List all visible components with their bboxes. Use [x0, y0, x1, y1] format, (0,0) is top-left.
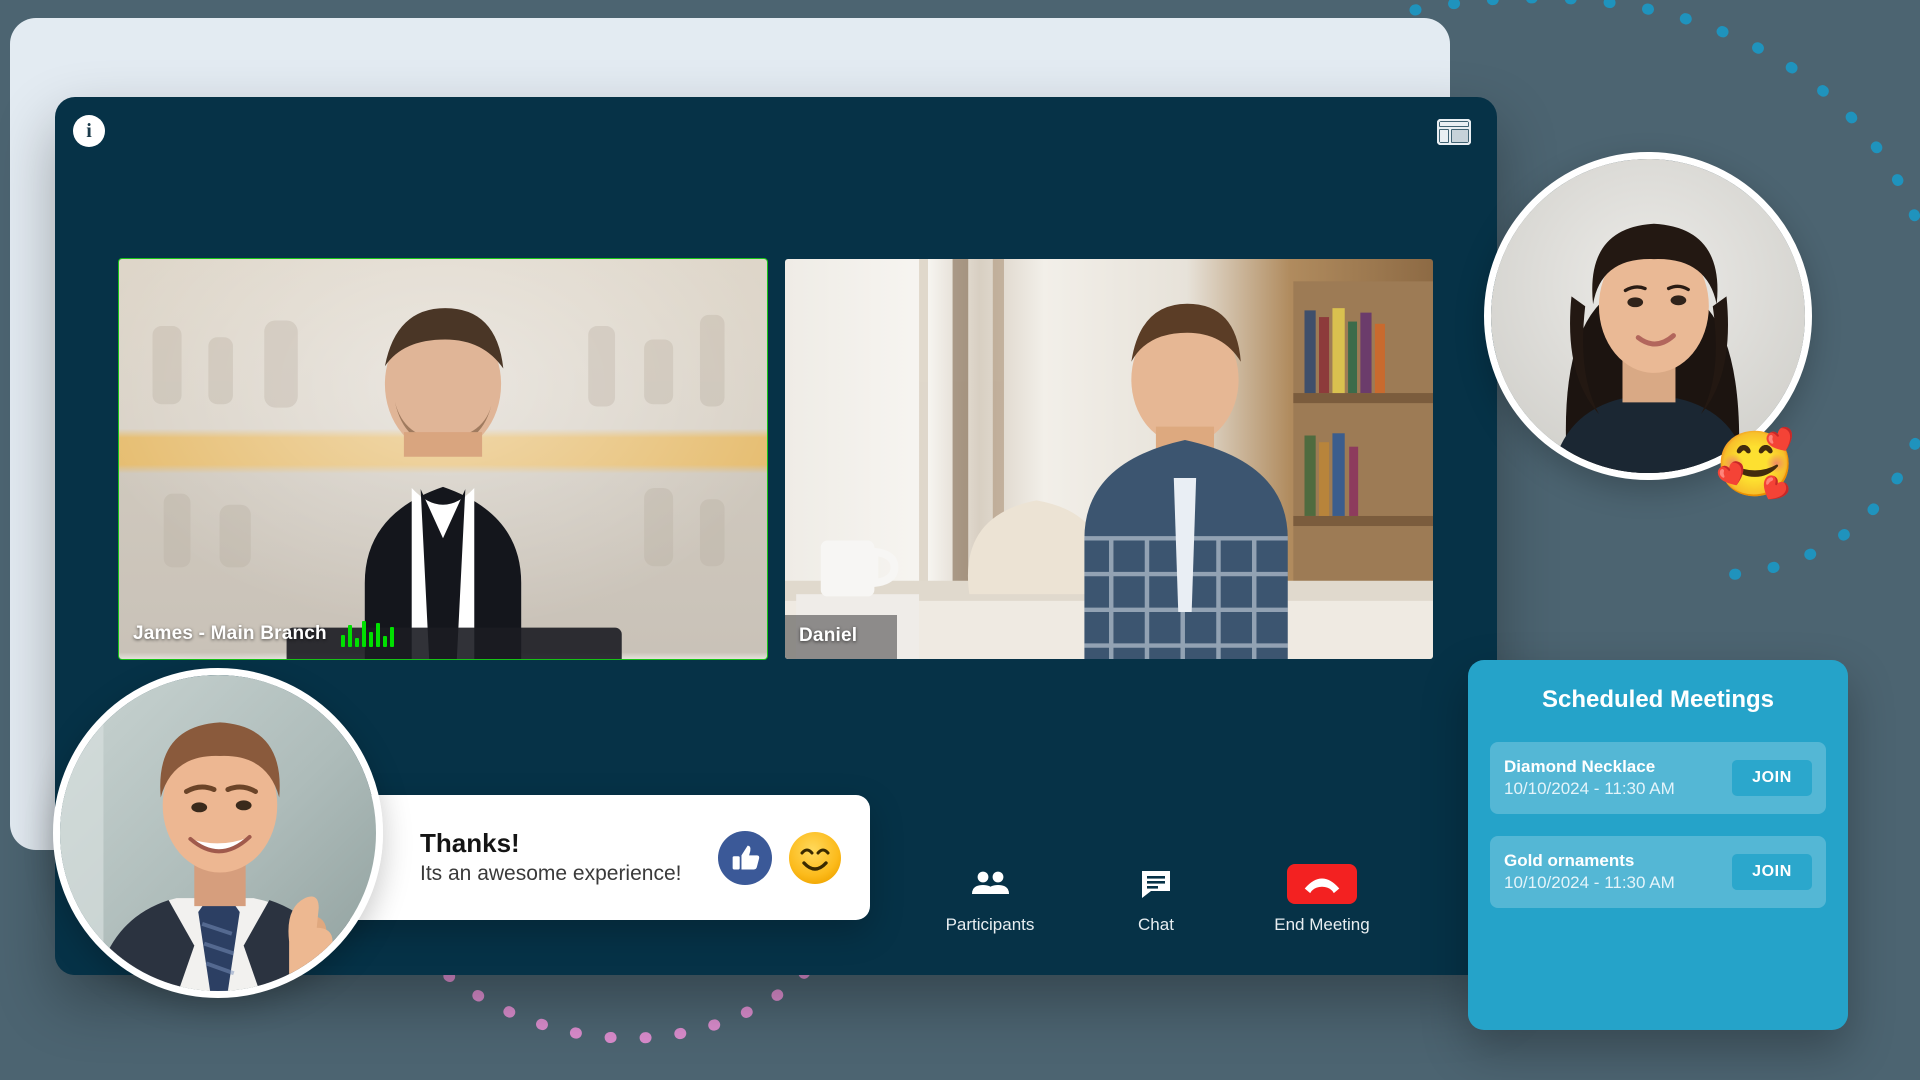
info-icon[interactable]: i: [73, 115, 105, 147]
thumbs-up-reaction[interactable]: [718, 830, 772, 885]
participant-name: James - Main Branch: [133, 623, 327, 644]
chat-label: Chat: [1138, 915, 1174, 934]
chat-icon: [1139, 863, 1173, 905]
video-tile-daniel[interactable]: Daniel: [785, 259, 1433, 659]
scheduled-meetings-panel: Scheduled Meetings Diamond Necklace 10/1…: [1468, 660, 1848, 1030]
scheduled-meeting-row[interactable]: Gold ornaments 10/10/2024 - 11:30 AM JOI…: [1490, 836, 1826, 908]
video-grid: James - Main Branch Daniel: [57, 258, 1495, 679]
participants-label: Participants: [945, 915, 1035, 934]
toolbar-actions: Participants Chat End Meeting: [935, 863, 1377, 935]
participants-icon: [970, 863, 1010, 905]
video-feed-james: [119, 259, 767, 659]
chat-subtitle: Its an awesome experience!: [420, 862, 682, 886]
meeting-time: 10/10/2024 - 11:30 AM: [1504, 873, 1675, 892]
screenshot-stage: i James - Main Branch Daniel Participant…: [0, 0, 1920, 1080]
chat-title: Thanks!: [420, 827, 520, 858]
end-meeting-label: End Meeting: [1274, 915, 1370, 934]
avatar-man[interactable]: [53, 668, 383, 998]
video-feed-daniel: [785, 259, 1433, 659]
smiling-face-with-hearts-emoji: 🥰: [1715, 428, 1795, 500]
meeting-info: Diamond Necklace 10/10/2024 - 11:30 AM: [1504, 757, 1675, 799]
chat-reactions: [718, 830, 842, 885]
meeting-info: Gold ornaments 10/10/2024 - 11:30 AM: [1504, 851, 1675, 893]
smile-reaction[interactable]: [788, 831, 842, 885]
end-meeting-button[interactable]: End Meeting: [1267, 863, 1377, 935]
join-meeting-button[interactable]: JOIN: [1732, 760, 1812, 796]
audio-wave-icon: [340, 621, 394, 647]
name-badge-daniel: Daniel: [785, 615, 898, 659]
meeting-time: 10/10/2024 - 11:30 AM: [1504, 779, 1675, 798]
chat-message: Thanks! Its an awesome experience!: [420, 827, 718, 887]
scheduled-meetings-title: Scheduled Meetings: [1541, 686, 1775, 713]
meeting-name: Diamond Necklace: [1504, 757, 1656, 776]
scheduled-meeting-row[interactable]: Diamond Necklace 10/10/2024 - 11:30 AM J…: [1490, 742, 1826, 814]
video-tile-james[interactable]: James - Main Branch: [118, 258, 768, 660]
end-call-icon: [1287, 863, 1357, 905]
join-meeting-button[interactable]: JOIN: [1732, 854, 1812, 890]
meeting-topbar: i: [55, 97, 1497, 175]
name-badge-james: James - Main Branch: [119, 611, 412, 659]
layout-grid-icon[interactable]: [1436, 118, 1472, 146]
participants-button[interactable]: Participants: [935, 863, 1045, 935]
meeting-name: Gold ornaments: [1504, 851, 1635, 870]
participant-name: Daniel: [799, 625, 858, 646]
chat-button[interactable]: Chat: [1101, 863, 1211, 935]
